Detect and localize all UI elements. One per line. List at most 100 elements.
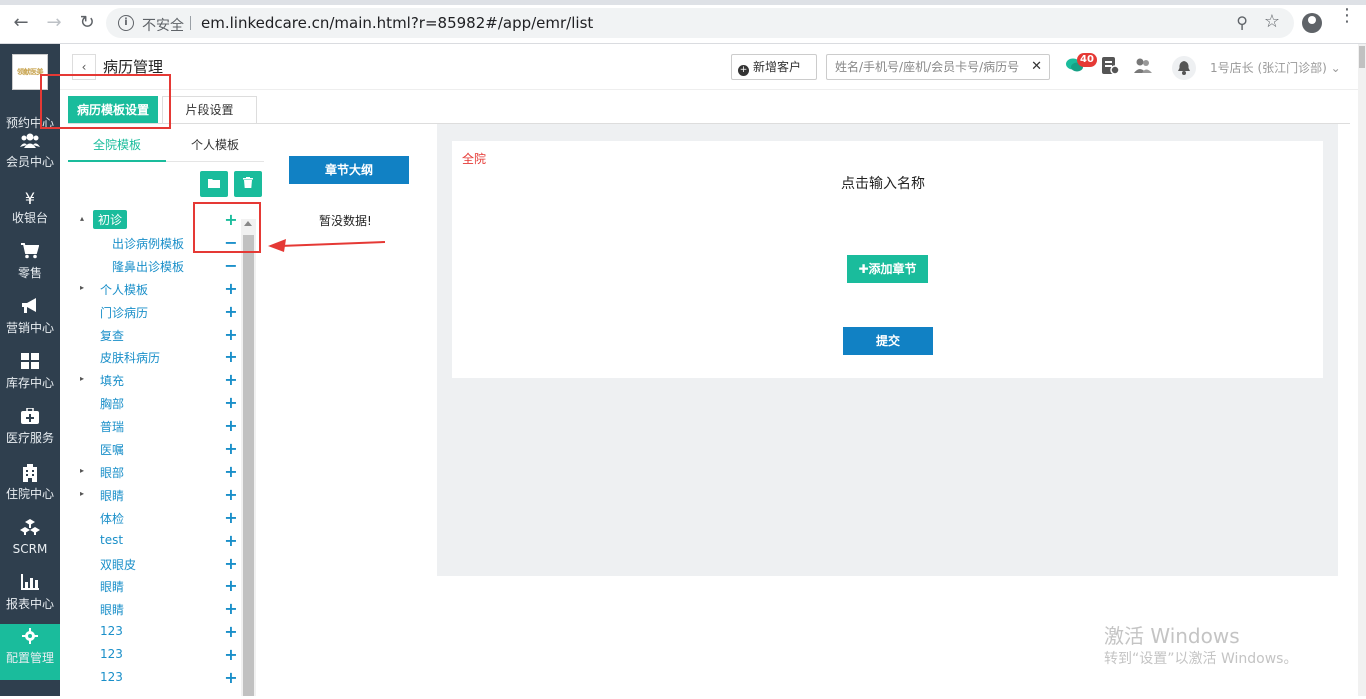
- add-child-icon[interactable]: +: [224, 416, 238, 436]
- add-child-icon[interactable]: +: [224, 576, 238, 596]
- add-child-icon[interactable]: +: [224, 302, 238, 322]
- tree-item-label[interactable]: 眼部: [100, 464, 124, 481]
- add-child-icon[interactable]: +: [224, 485, 238, 505]
- url-text[interactable]: em.linkedcare.cn/main.html?r=85982#/app/…: [201, 14, 593, 32]
- tree-item[interactable]: 门诊病历 +: [68, 301, 240, 324]
- tree-item-label[interactable]: 123: [100, 624, 123, 638]
- submit-button[interactable]: 提交: [843, 327, 933, 355]
- nav-item-members[interactable]: 会员中心: [0, 132, 60, 187]
- add-child-icon[interactable]: +: [224, 622, 238, 642]
- tree-item-label[interactable]: 眼睛: [100, 578, 124, 595]
- remove-icon[interactable]: −: [224, 256, 238, 276]
- browser-menu-icon[interactable]: ⋮: [1338, 7, 1356, 25]
- tree-item[interactable]: 医嘱 +: [68, 438, 240, 461]
- tree-item-label[interactable]: 个人模板: [100, 281, 148, 298]
- tree-item-label[interactable]: 出诊病例模板: [112, 235, 184, 252]
- window-scroll-thumb[interactable]: [1359, 46, 1365, 68]
- folder-button[interactable]: [200, 171, 228, 197]
- caret-right-icon[interactable]: ▸: [80, 466, 88, 475]
- tree-item[interactable]: ▸ 眼睛 +: [68, 484, 240, 507]
- reload-icon[interactable]: ↻: [76, 12, 98, 34]
- tree-item-label[interactable]: 隆鼻出诊模板: [112, 258, 184, 275]
- window-scrollbar[interactable]: [1358, 44, 1366, 696]
- tab-snippet-settings[interactable]: 片段设置: [162, 96, 257, 124]
- profile-icon[interactable]: [1302, 13, 1322, 33]
- back-arrow-icon[interactable]: ←: [10, 12, 32, 34]
- tree-item-label[interactable]: 体检: [100, 510, 124, 527]
- nav-item-marketing[interactable]: 营销中心: [0, 298, 60, 353]
- tree-item[interactable]: 123 +: [68, 644, 240, 667]
- info-icon[interactable]: i: [118, 15, 134, 31]
- records-icon[interactable]: [1099, 56, 1121, 78]
- search-input[interactable]: [827, 55, 1023, 79]
- nav-item-retail[interactable]: 零售: [0, 243, 60, 298]
- tree-item[interactable]: 体检 +: [68, 507, 240, 530]
- add-child-icon[interactable]: +: [224, 370, 238, 390]
- tree-item-label[interactable]: 普瑞: [100, 418, 124, 435]
- tree-item[interactable]: 胸部 +: [68, 392, 240, 415]
- add-child-icon[interactable]: +: [224, 599, 238, 619]
- tree-item[interactable]: 隆鼻出诊模板 −: [68, 255, 240, 278]
- tree-scrollbar[interactable]: [241, 219, 256, 696]
- caret-right-icon[interactable]: ▸: [80, 374, 88, 383]
- tree-item[interactable]: test +: [68, 530, 240, 553]
- nav-item-medical[interactable]: 医疗服务: [0, 407, 60, 463]
- customer-search[interactable]: ✕: [826, 54, 1050, 80]
- add-child-icon[interactable]: +: [224, 347, 238, 367]
- forward-arrow-icon[interactable]: →: [43, 12, 65, 34]
- delete-button[interactable]: [234, 171, 262, 197]
- nav-item-cashier[interactable]: ¥ 收银台: [0, 188, 60, 243]
- team-icon[interactable]: [1132, 56, 1154, 78]
- tree-item[interactable]: ▸ 填充 +: [68, 369, 240, 392]
- tree-item[interactable]: 普瑞 +: [68, 415, 240, 438]
- add-child-icon[interactable]: +: [224, 439, 238, 459]
- tree-item-label[interactable]: 医嘱: [100, 441, 124, 458]
- nav-item-reports[interactable]: 报表中心: [0, 574, 60, 629]
- add-child-icon[interactable]: +: [224, 393, 238, 413]
- tree-item-label[interactable]: 胸部: [100, 395, 124, 412]
- caret-right-icon[interactable]: ▸: [80, 489, 88, 498]
- address-bar[interactable]: i 不安全 em.linkedcare.cn/main.html?r=85982…: [106, 8, 1294, 38]
- nav-item-scrm[interactable]: SCRM: [0, 519, 60, 574]
- tab-personal-templates[interactable]: 个人模板: [166, 128, 264, 162]
- add-child-icon[interactable]: +: [224, 554, 238, 574]
- tab-all-templates[interactable]: 全院模板: [68, 128, 166, 162]
- tree-item-label[interactable]: 复查: [100, 327, 124, 344]
- add-child-icon[interactable]: +: [224, 645, 238, 665]
- tree-item-label[interactable]: 皮肤科病历: [100, 349, 160, 366]
- caret-up-icon[interactable]: ▴: [80, 214, 88, 223]
- tree-item[interactable]: 双眼皮 +: [68, 553, 240, 576]
- caret-right-icon[interactable]: ▸: [80, 283, 88, 292]
- zoom-icon[interactable]: ⚲: [1236, 13, 1248, 32]
- tree-item-label[interactable]: test: [100, 533, 123, 547]
- add-child-icon[interactable]: +: [224, 462, 238, 482]
- user-menu[interactable]: 1号店长 (张江门诊部) ⌄: [1210, 59, 1341, 76]
- nav-item-settings[interactable]: 配置管理: [0, 624, 60, 680]
- tree-item-label[interactable]: 双眼皮: [100, 556, 136, 573]
- nav-item-inventory[interactable]: 库存中心: [0, 353, 60, 408]
- tree-item[interactable]: 123 +: [68, 621, 240, 644]
- tree-item-label[interactable]: 123: [100, 647, 123, 661]
- tree-item[interactable]: ▸ 个人模板 +: [68, 278, 240, 301]
- add-child-icon[interactable]: +: [224, 508, 238, 528]
- tree-item-label[interactable]: 123: [100, 670, 123, 684]
- tree-item-label[interactable]: 填充: [100, 372, 124, 389]
- tree-item[interactable]: 眼睛 +: [68, 575, 240, 598]
- bookmark-star-icon[interactable]: ☆: [1264, 11, 1280, 32]
- clear-icon[interactable]: ✕: [1031, 59, 1042, 74]
- tree-item[interactable]: ▸ 眼部 +: [68, 461, 240, 484]
- add-customer-button[interactable]: + 新增客户: [731, 54, 817, 80]
- tree-item-label[interactable]: 初诊: [93, 210, 128, 229]
- add-section-button[interactable]: ✚添加章节: [847, 255, 928, 283]
- tree-item[interactable]: 复查 +: [68, 324, 240, 347]
- template-name-input[interactable]: 点击输入名称: [841, 173, 925, 193]
- add-child-icon[interactable]: +: [224, 668, 238, 688]
- tree-item-label[interactable]: 门诊病历: [100, 304, 148, 321]
- bell-icon[interactable]: [1172, 56, 1196, 80]
- tree-item[interactable]: 皮肤科病历 +: [68, 346, 240, 369]
- tree-item-label[interactable]: 眼睛: [100, 601, 124, 618]
- add-child-icon[interactable]: +: [224, 279, 238, 299]
- tree-item[interactable]: 123 +: [68, 667, 240, 690]
- nav-item-inpatient[interactable]: 住院中心: [0, 464, 60, 519]
- tree-item[interactable]: 眼睛 +: [68, 598, 240, 621]
